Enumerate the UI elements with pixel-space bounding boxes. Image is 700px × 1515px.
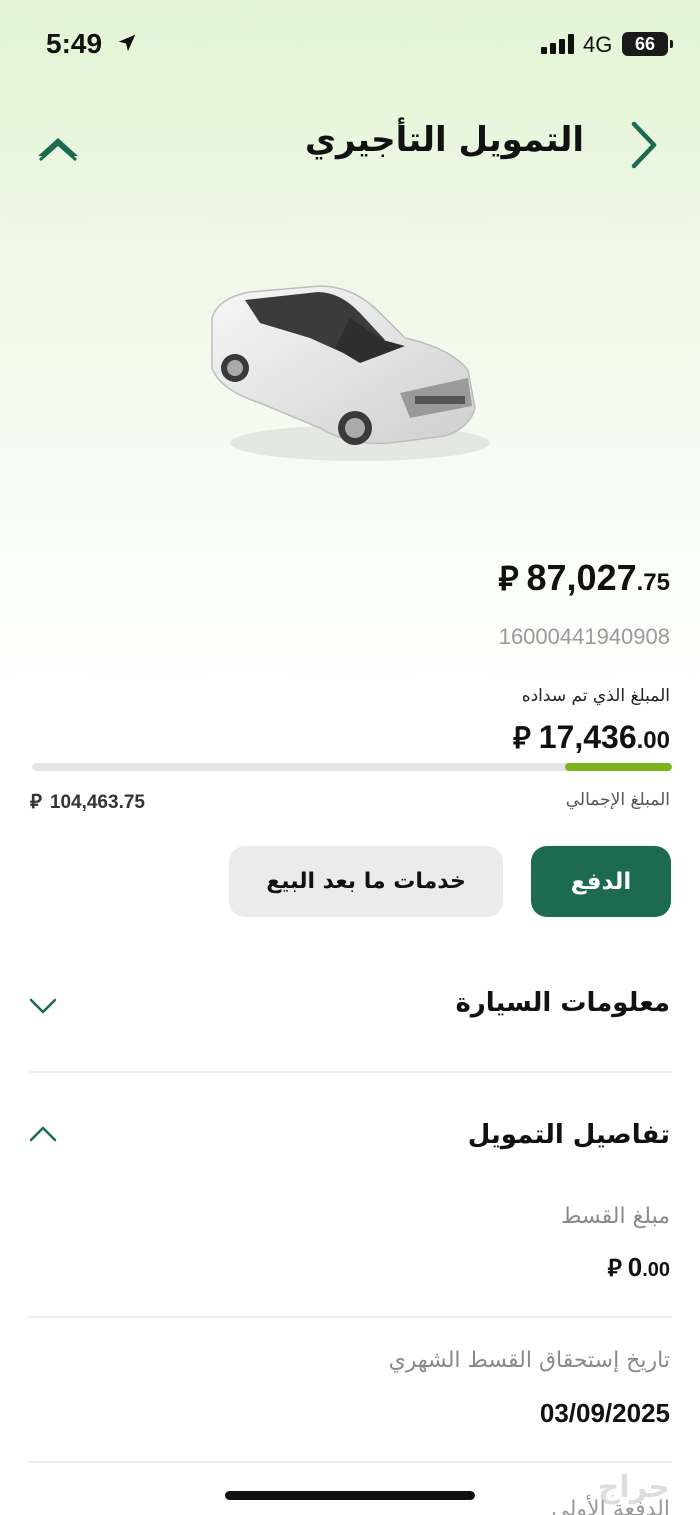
installment-amount-dec: .00 <box>642 1259 670 1281</box>
riyal-icon: ⃁ <box>498 559 519 599</box>
paid-amount-int: 17,436 <box>538 719 637 755</box>
chevron-up-icon[interactable] <box>28 1124 58 1144</box>
riyal-icon: ⃁ <box>512 721 531 756</box>
remaining-amount: ⃁ 87,027 .75 <box>498 556 670 600</box>
installment-amount: ⃁ 0 .00 <box>607 1252 670 1283</box>
status-bar: 5:49 4G 66 <box>0 0 700 90</box>
paid-label: المبلغ الذي تم سداده <box>521 686 670 706</box>
riyal-icon: ⃁ <box>607 1254 622 1282</box>
total-amount-value: 104,463.75 <box>49 792 145 813</box>
page-title: التمويل التأجيري <box>304 120 584 160</box>
installment-amount-int: 0 <box>627 1252 643 1282</box>
car-info-section-title[interactable]: معلومات السيارة <box>455 988 670 1018</box>
section-divider <box>28 1071 672 1073</box>
total-label: المبلغ الإجمالي <box>565 790 670 810</box>
pay-button[interactable]: الدفع <box>531 846 671 917</box>
paid-amount: ⃁ 17,436 .00 <box>513 718 670 757</box>
network-type: 4G <box>583 32 613 57</box>
due-date-label: تاريخ إستحقاق القسط الشهري <box>388 1348 670 1373</box>
total-amount: ⃁ 104,463.75 <box>30 788 145 814</box>
chevron-down-icon[interactable] <box>28 996 58 1016</box>
signal-icon <box>541 34 574 54</box>
chevron-up-logo-icon[interactable] <box>36 130 80 164</box>
riyal-icon: ⃁ <box>30 789 42 813</box>
battery-icon: 66 <box>622 32 673 56</box>
installment-label: مبلغ القسط <box>561 1204 670 1229</box>
back-chevron-icon[interactable] <box>624 118 664 172</box>
due-date-value: 03/09/2025 <box>539 1398 670 1428</box>
home-indicator <box>225 1491 475 1500</box>
car-image <box>211 285 490 461</box>
location-arrow-icon <box>118 34 136 52</box>
contract-number: 16000441940908 <box>498 624 670 649</box>
status-time: 5:49 <box>46 28 103 59</box>
payment-progress-fill <box>565 763 672 771</box>
payment-progress-bar <box>32 763 672 771</box>
remaining-amount-dec: .75 <box>636 569 670 596</box>
finance-details-section-title[interactable]: تفاصيل التمويل <box>468 1120 670 1150</box>
paid-amount-dec: .00 <box>636 727 670 754</box>
section-divider <box>28 1316 672 1318</box>
watermark-logo: حراج <box>597 1470 670 1505</box>
section-divider <box>28 1461 672 1463</box>
after-sales-services-button[interactable]: خدمات ما بعد البيع <box>229 846 503 917</box>
remaining-amount-int: 87,027 <box>526 557 637 598</box>
